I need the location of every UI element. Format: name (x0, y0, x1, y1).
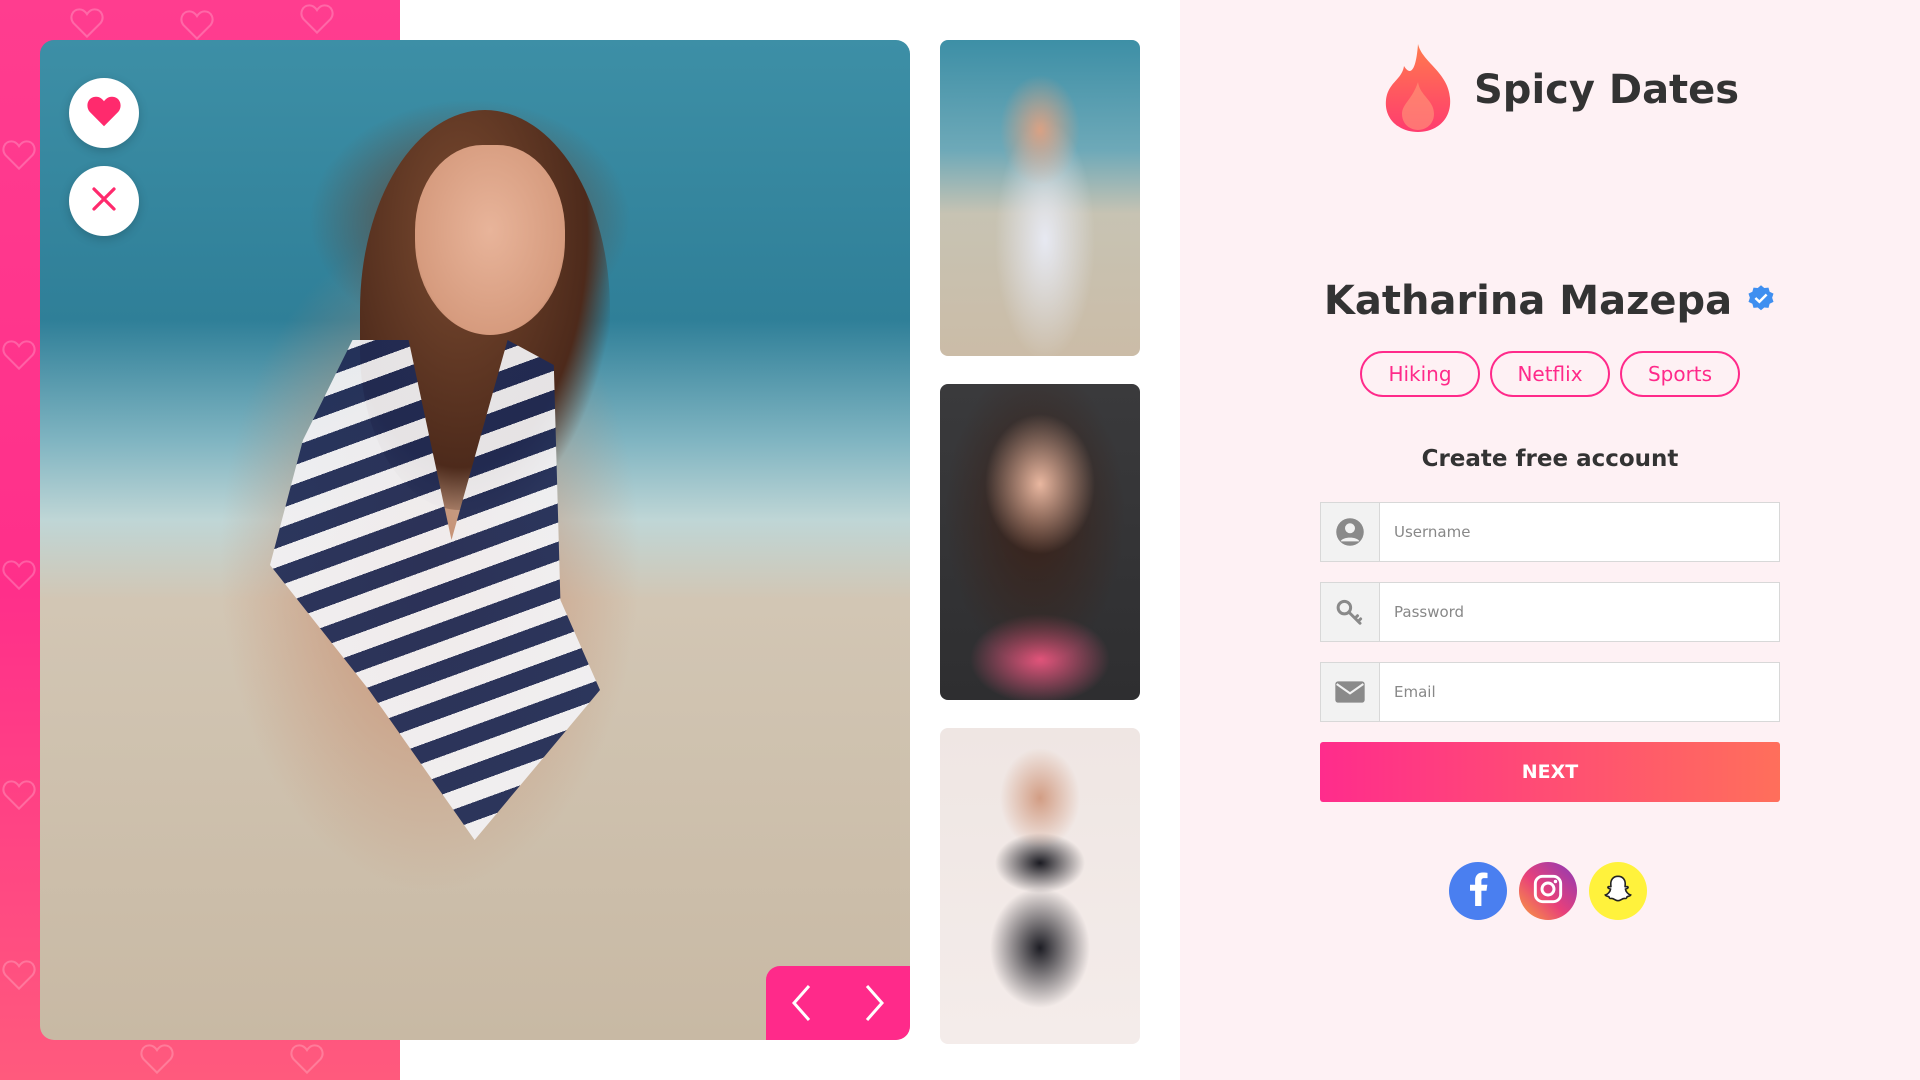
tag-sports[interactable]: Sports (1620, 351, 1740, 397)
snapchat-icon (1602, 873, 1634, 909)
facebook-button[interactable] (1449, 862, 1507, 920)
username-field (1320, 502, 1780, 562)
signup-panel: Spicy Dates Katharina Mazepa Hiking Netf… (1180, 0, 1920, 1080)
close-icon (89, 184, 119, 218)
email-input[interactable] (1380, 663, 1779, 721)
tag-netflix[interactable]: Netflix (1490, 351, 1610, 397)
email-field (1320, 662, 1780, 722)
snapchat-button[interactable] (1589, 862, 1647, 920)
heart-pattern-icon (70, 8, 104, 39)
thumbnail-1[interactable] (940, 40, 1140, 356)
key-icon (1321, 583, 1380, 641)
facebook-icon (1466, 872, 1490, 910)
chevron-right-icon[interactable] (861, 983, 887, 1023)
chevron-left-icon[interactable] (789, 983, 815, 1023)
profile-name: Katharina Mazepa (1323, 278, 1733, 324)
next-button[interactable]: NEXT (1320, 742, 1780, 802)
heart-pattern-icon (2, 140, 36, 171)
thumbnail-2[interactable] (940, 384, 1140, 700)
social-login-row (1449, 862, 1647, 920)
heart-pattern-icon (180, 10, 214, 41)
profile-name-row: Katharina Mazepa (1180, 278, 1920, 324)
verified-badge-icon (1746, 278, 1776, 324)
heart-pattern-icon (140, 1044, 174, 1075)
password-field (1320, 582, 1780, 642)
main-profile-photo[interactable] (40, 40, 910, 1040)
flame-icon (1380, 42, 1456, 138)
heart-icon (86, 95, 122, 131)
photo-face-shape (415, 145, 565, 335)
brand-name: Spicy Dates (1474, 67, 1740, 113)
instagram-icon (1532, 873, 1564, 909)
envelope-icon (1321, 663, 1380, 721)
heart-pattern-icon (2, 560, 36, 591)
heart-pattern-icon (300, 4, 334, 35)
interest-tags: Hiking Netflix Sports (1360, 351, 1740, 397)
tag-hiking[interactable]: Hiking (1360, 351, 1480, 397)
form-title: Create free account (1421, 446, 1679, 472)
brand: Spicy Dates (1380, 42, 1739, 138)
dislike-button[interactable] (69, 166, 139, 236)
heart-pattern-icon (2, 780, 36, 811)
heart-pattern-icon (2, 960, 36, 991)
username-input[interactable] (1380, 503, 1779, 561)
heart-pattern-icon (2, 340, 36, 371)
password-input[interactable] (1380, 583, 1779, 641)
heart-pattern-icon (290, 1044, 324, 1075)
user-icon (1321, 503, 1380, 561)
like-button[interactable] (69, 78, 139, 148)
photo-navigation (766, 966, 910, 1040)
thumbnail-3[interactable] (940, 728, 1140, 1044)
instagram-button[interactable] (1519, 862, 1577, 920)
